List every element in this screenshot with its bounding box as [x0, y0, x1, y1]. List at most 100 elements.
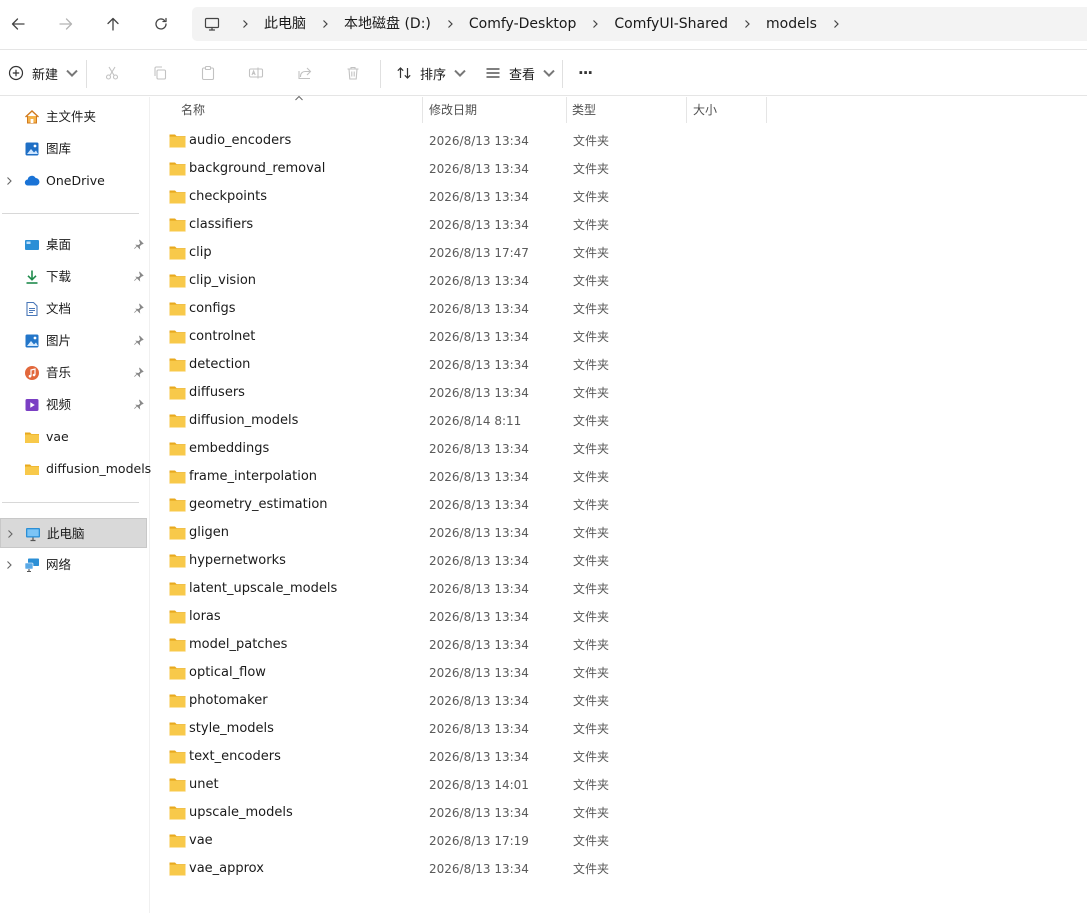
table-row[interactable]: optical_flow 2026/8/13 13:34 文件夹	[151, 659, 1087, 687]
table-row[interactable]: embeddings 2026/8/13 13:34 文件夹	[151, 435, 1087, 463]
file-name[interactable]: audio_encoders	[189, 127, 291, 155]
file-name[interactable]: text_encoders	[189, 743, 281, 771]
pin-icon[interactable]	[133, 271, 144, 282]
column-header-type[interactable]: 类型	[572, 97, 596, 123]
chevron-right-icon[interactable]	[312, 7, 338, 41]
file-name[interactable]: photomaker	[189, 687, 268, 715]
sidebar-item-this-pc[interactable]: 此电脑	[0, 518, 147, 548]
chevron-right-icon[interactable]	[232, 7, 258, 41]
table-row[interactable]: diffusion_models 2026/8/14 8:11 文件夹	[151, 407, 1087, 435]
table-row[interactable]: vae_approx 2026/8/13 13:34 文件夹	[151, 855, 1087, 883]
pin-icon[interactable]	[133, 367, 144, 378]
sidebar-item-videos[interactable]: 视频	[0, 390, 147, 420]
share-button[interactable]	[297, 58, 313, 88]
view-button[interactable]: 查看	[485, 58, 557, 88]
sidebar-item-vae[interactable]: vae	[0, 422, 147, 452]
breadcrumb[interactable]: 此电脑 本地磁盘 (D:) Comfy-Desktop ComfyUI-Shar…	[192, 7, 1087, 41]
up-button[interactable]	[97, 8, 129, 40]
table-row[interactable]: unet 2026/8/13 14:01 文件夹	[151, 771, 1087, 799]
table-row[interactable]: text_encoders 2026/8/13 13:34 文件夹	[151, 743, 1087, 771]
column-header-modified[interactable]: 修改日期	[429, 97, 477, 123]
chevron-right-icon[interactable]	[5, 529, 15, 539]
chevron-right-icon[interactable]	[582, 7, 608, 41]
sort-button[interactable]: 排序	[396, 58, 468, 88]
sidebar-item-desktop[interactable]: 桌面	[0, 230, 147, 260]
file-name[interactable]: controlnet	[189, 323, 255, 351]
column-divider[interactable]	[766, 97, 767, 123]
file-name[interactable]: detection	[189, 351, 250, 379]
file-name[interactable]: diffusers	[189, 379, 245, 407]
sidebar-item-network[interactable]: 网络	[0, 550, 147, 580]
new-button[interactable]: 新建	[8, 58, 80, 88]
cut-button[interactable]	[104, 58, 120, 88]
table-row[interactable]: style_models 2026/8/13 13:34 文件夹	[151, 715, 1087, 743]
pin-icon[interactable]	[133, 399, 144, 410]
table-row[interactable]: clip_vision 2026/8/13 13:34 文件夹	[151, 267, 1087, 295]
breadcrumb-item[interactable]: 本地磁盘 (D:)	[338, 7, 437, 41]
table-row[interactable]: controlnet 2026/8/13 13:34 文件夹	[151, 323, 1087, 351]
file-name[interactable]: classifiers	[189, 211, 253, 239]
file-name[interactable]: gligen	[189, 519, 229, 547]
file-name[interactable]: background_removal	[189, 155, 325, 183]
file-name[interactable]: upscale_models	[189, 799, 293, 827]
file-name[interactable]: diffusion_models	[189, 407, 298, 435]
table-row[interactable]: photomaker 2026/8/13 13:34 文件夹	[151, 687, 1087, 715]
forward-button[interactable]	[50, 8, 82, 40]
chevron-right-icon[interactable]	[823, 7, 849, 41]
table-row[interactable]: background_removal 2026/8/13 13:34 文件夹	[151, 155, 1087, 183]
back-button[interactable]	[2, 8, 34, 40]
table-row[interactable]: geometry_estimation 2026/8/13 13:34 文件夹	[151, 491, 1087, 519]
table-row[interactable]: audio_encoders 2026/8/13 13:34 文件夹	[151, 127, 1087, 155]
file-name[interactable]: optical_flow	[189, 659, 266, 687]
table-row[interactable]: upscale_models 2026/8/13 13:34 文件夹	[151, 799, 1087, 827]
table-row[interactable]: model_patches 2026/8/13 13:34 文件夹	[151, 631, 1087, 659]
pin-icon[interactable]	[133, 239, 144, 250]
sidebar-item-diffusion-models[interactable]: diffusion_models	[0, 454, 151, 484]
file-name[interactable]: embeddings	[189, 435, 269, 463]
file-name[interactable]: clip	[189, 239, 212, 267]
file-name[interactable]: hypernetworks	[189, 547, 286, 575]
file-name[interactable]: latent_upscale_models	[189, 575, 337, 603]
column-divider[interactable]	[686, 97, 687, 123]
table-row[interactable]: configs 2026/8/13 13:34 文件夹	[151, 295, 1087, 323]
column-header-name[interactable]: 名称	[181, 97, 205, 123]
pin-icon[interactable]	[133, 303, 144, 314]
more-options-button[interactable]: ···	[578, 58, 593, 88]
breadcrumb-item-current[interactable]: models	[760, 7, 823, 41]
file-name[interactable]: model_patches	[189, 631, 287, 659]
sidebar-item-documents[interactable]: 文档	[0, 294, 147, 324]
column-divider[interactable]	[566, 97, 567, 123]
paste-button[interactable]	[200, 58, 216, 88]
copy-button[interactable]	[152, 58, 168, 88]
chevron-right-icon[interactable]	[437, 7, 463, 41]
table-row[interactable]: diffusers 2026/8/13 13:34 文件夹	[151, 379, 1087, 407]
file-name[interactable]: vae	[189, 827, 213, 855]
table-row[interactable]: frame_interpolation 2026/8/13 13:34 文件夹	[151, 463, 1087, 491]
file-name[interactable]: unet	[189, 771, 219, 799]
sidebar-item-home[interactable]: 主文件夹	[0, 102, 147, 132]
pin-icon[interactable]	[133, 335, 144, 346]
table-row[interactable]: clip 2026/8/13 17:47 文件夹	[151, 239, 1087, 267]
breadcrumb-item[interactable]: 此电脑	[258, 7, 312, 41]
column-divider[interactable]	[422, 97, 423, 123]
table-row[interactable]: detection 2026/8/13 13:34 文件夹	[151, 351, 1087, 379]
sidebar-item-music[interactable]: 音乐	[0, 358, 147, 388]
sidebar-item-downloads[interactable]: 下载	[0, 262, 147, 292]
file-name[interactable]: configs	[189, 295, 236, 323]
table-row[interactable]: checkpoints 2026/8/13 13:34 文件夹	[151, 183, 1087, 211]
sidebar-item-gallery[interactable]: 图库	[0, 134, 147, 164]
chevron-right-icon[interactable]	[4, 176, 14, 186]
file-name[interactable]: style_models	[189, 715, 274, 743]
table-row[interactable]: loras 2026/8/13 13:34 文件夹	[151, 603, 1087, 631]
breadcrumb-item[interactable]: ComfyUI-Shared	[608, 7, 734, 41]
delete-button[interactable]	[345, 58, 361, 88]
this-pc-crumb-icon[interactable]	[192, 7, 232, 41]
chevron-right-icon[interactable]	[4, 560, 14, 570]
breadcrumb-item[interactable]: Comfy-Desktop	[463, 7, 583, 41]
file-name[interactable]: vae_approx	[189, 855, 264, 883]
rename-button[interactable]	[248, 58, 264, 88]
sidebar-item-onedrive[interactable]: OneDrive	[0, 166, 147, 196]
file-name[interactable]: frame_interpolation	[189, 463, 317, 491]
table-row[interactable]: gligen 2026/8/13 13:34 文件夹	[151, 519, 1087, 547]
table-row[interactable]: vae 2026/8/13 17:19 文件夹	[151, 827, 1087, 855]
